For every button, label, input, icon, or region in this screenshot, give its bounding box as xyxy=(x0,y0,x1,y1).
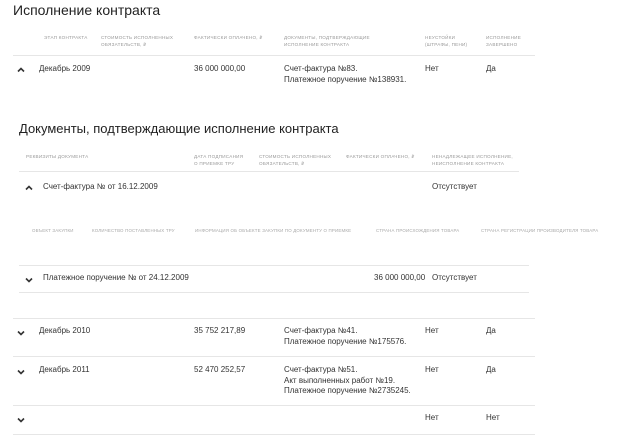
header-cost-line2: обязательств, ₽ xyxy=(259,161,305,166)
doc-line: Платежное поручение №138931. xyxy=(284,74,407,84)
done-cell: Да xyxy=(486,326,496,335)
header-docs-line1: Документы, подтверждающие xyxy=(284,35,370,40)
divider xyxy=(19,292,529,293)
doc-line: Платежное поручение №2735245. xyxy=(284,386,411,395)
divider xyxy=(13,55,535,56)
paid-cell: 36 000 000,00 xyxy=(374,273,426,282)
paid-cell: 52 470 252,57 xyxy=(194,365,246,374)
chevron-up-icon[interactable] xyxy=(16,65,26,75)
done-cell: Нет xyxy=(486,413,500,422)
header-stage: Этап контракта xyxy=(44,35,88,40)
header-penalty-line2: (штрафы, пени) xyxy=(425,42,468,47)
header-sign-date-line2: о приемке ТРУ xyxy=(194,161,235,166)
header-improper-line1: Ненадлежащее исполнение, xyxy=(432,154,513,159)
header-penalty: Неустойки (штрафы, пени) xyxy=(425,34,467,48)
header-cost-line1: Стоимость исполненных xyxy=(101,35,174,40)
chevron-down-icon[interactable] xyxy=(16,328,26,338)
divider xyxy=(13,318,535,319)
header-cost: Стоимость исполненных обязательств, ₽ xyxy=(259,153,331,167)
doc-line: Счет-фактура №83. xyxy=(284,64,358,73)
doc-line: Счет-фактура №41. xyxy=(284,326,358,335)
doc-line: Акт выполненных работ №19. xyxy=(284,375,396,385)
stage-cell: Декабрь 2010 xyxy=(39,326,91,335)
stage-cell: Декабрь 2009 xyxy=(39,64,91,73)
done-cell: Да xyxy=(486,64,496,73)
divider xyxy=(13,356,535,357)
header-cost-line1: Стоимость исполненных xyxy=(259,154,332,159)
done-cell: Да xyxy=(486,365,496,374)
subheader-country: Страна происхождения товара xyxy=(376,228,460,233)
header-improper: Ненадлежащее исполнение, неисполнение ко… xyxy=(432,153,513,167)
header-sign-date-line1: Дата подписания xyxy=(194,154,244,159)
paid-cell: 35 752 217,89 xyxy=(194,326,246,335)
paid-cell: 36 000 000,00 xyxy=(194,64,246,73)
header-done-line2: завершено xyxy=(486,42,518,47)
header-done: Исполнение завершено xyxy=(486,34,521,48)
divider xyxy=(13,434,535,435)
section-title-documents: Документы, подтверждающие исполнение кон… xyxy=(19,121,339,136)
header-paid: Фактически оплачено, ₽ xyxy=(194,35,263,40)
chevron-down-icon[interactable] xyxy=(16,367,26,377)
improper-status: Отсутствует xyxy=(432,182,477,191)
header-docs: Документы, подтверждающие исполнение кон… xyxy=(284,34,370,48)
penalty-cell: Нет xyxy=(425,64,439,73)
doc-line: Счет-фактура №51. xyxy=(284,365,358,374)
header-requisites: Реквизиты документа xyxy=(26,154,89,159)
penalty-cell: Нет xyxy=(425,413,439,422)
header-improper-line2: неисполнение контракта xyxy=(432,161,505,166)
divider xyxy=(19,171,519,172)
subheader-registration-country: Страна регистрации производителя товара xyxy=(481,228,599,233)
subheader-object: Объект закупки xyxy=(32,228,74,233)
document-name: Счет-фактура № от 16.12.2009 xyxy=(43,182,158,191)
docs-cell: Счет-фактура №41. Платежное поручение №1… xyxy=(284,326,406,347)
improper-status: Отсутствует xyxy=(432,273,477,282)
doc-line: Платежное поручение №175576. xyxy=(284,336,407,346)
header-paid: Фактически оплачено, ₽ xyxy=(346,154,415,159)
document-name: Платежное поручение № от 24.12.2009 xyxy=(43,273,189,282)
docs-cell: Счет-фактура №51. Акт выполненных работ … xyxy=(284,365,411,397)
header-sign-date: Дата подписания о приемке ТРУ xyxy=(194,153,243,167)
chevron-up-icon[interactable] xyxy=(24,183,34,193)
header-cost: Стоимость исполненных обязательств, ₽ xyxy=(101,34,173,48)
header-docs-line2: исполнение контракта xyxy=(284,42,350,47)
chevron-down-icon[interactable] xyxy=(24,275,34,285)
subheader-info: Информация об объекте закупки по докумен… xyxy=(195,228,352,233)
section-title-contract-execution: Исполнение контракта xyxy=(13,2,161,18)
docs-cell: Счет-фактура №83. Платежное поручение №1… xyxy=(284,64,406,85)
header-cost-line2: обязательств, ₽ xyxy=(101,42,147,47)
stage-cell: Декабрь 2011 xyxy=(39,365,90,374)
divider xyxy=(13,405,535,406)
subheader-quantity: Количество поставленных ТРУ xyxy=(92,228,175,233)
divider xyxy=(19,265,529,266)
penalty-cell: Нет xyxy=(425,365,439,374)
header-penalty-line1: Неустойки xyxy=(425,35,456,40)
penalty-cell: Нет xyxy=(425,326,439,335)
chevron-down-icon[interactable] xyxy=(16,415,26,425)
header-done-line1: Исполнение xyxy=(486,35,522,40)
